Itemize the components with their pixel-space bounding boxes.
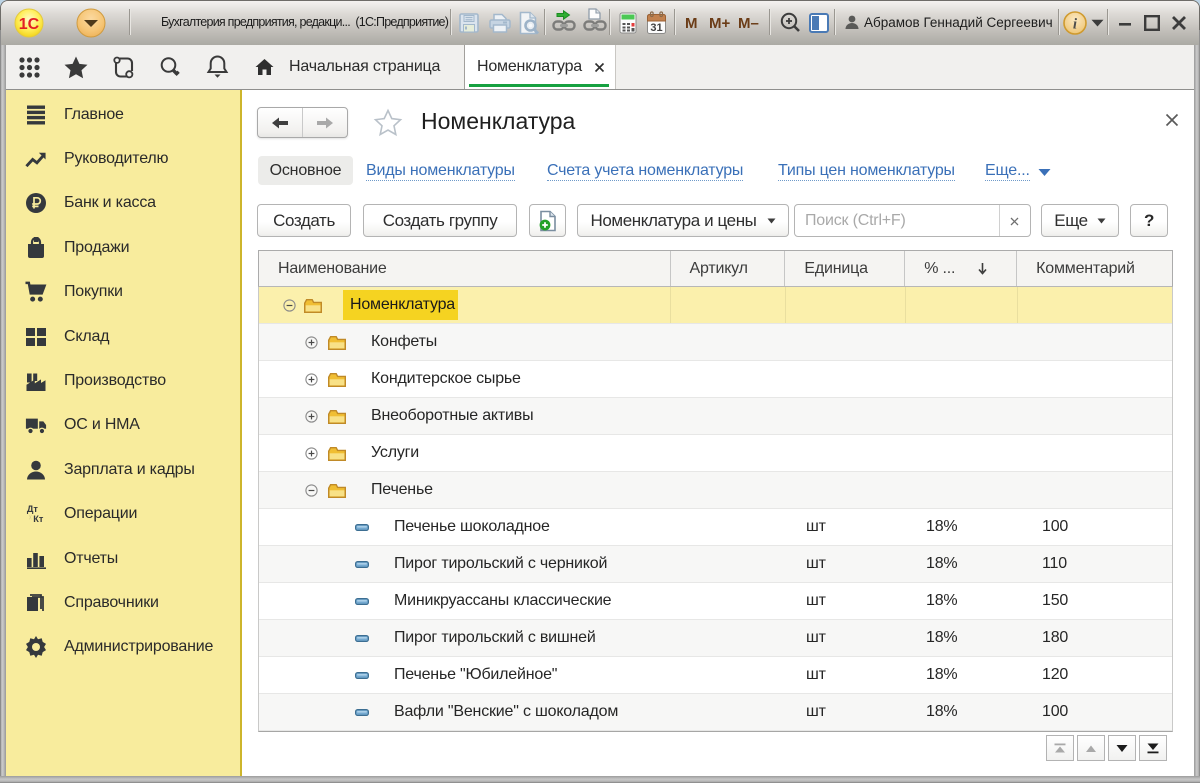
svg-text:Дт: Дт: [27, 504, 39, 514]
svg-text:1С: 1С: [19, 16, 40, 33]
svg-text:31: 31: [650, 22, 662, 34]
svg-text:Кт: Кт: [33, 514, 44, 524]
